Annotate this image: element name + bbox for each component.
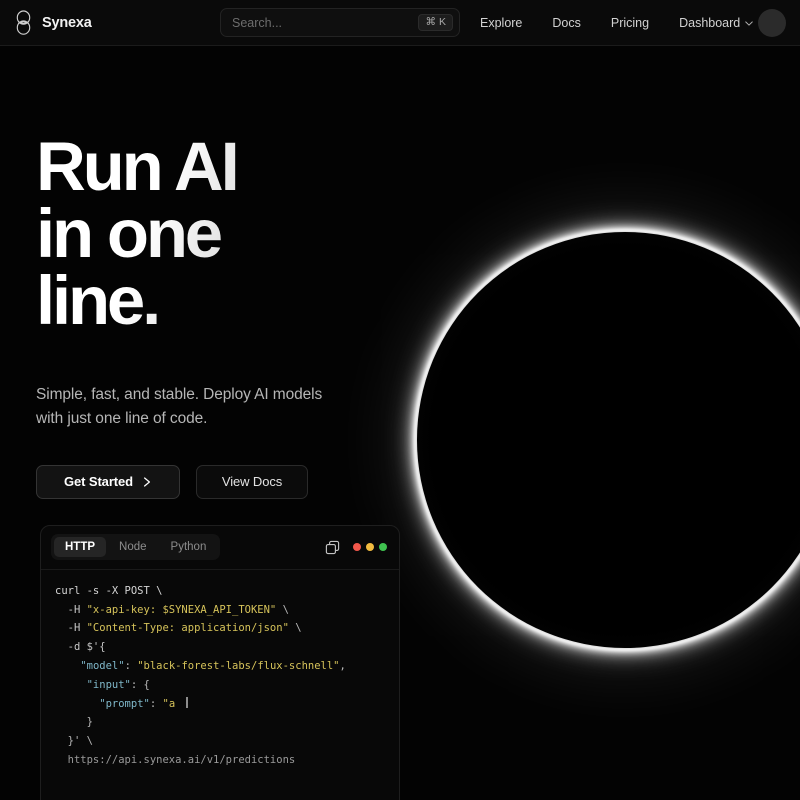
code-token: -H (55, 604, 87, 616)
nav-link-dashboard[interactable]: Dashboard (679, 16, 753, 30)
nav-link-explore[interactable]: Explore (480, 16, 522, 30)
code-token: "x-api-key: $SYNEXA_API_TOKEN" (87, 604, 277, 616)
code-token: : { (131, 679, 150, 691)
code-token: "model" (80, 660, 124, 672)
code-token: curl -s -X POST \ (55, 585, 162, 597)
nav-link-docs[interactable]: Docs (552, 16, 580, 30)
chevron-down-icon (745, 21, 753, 26)
chevron-right-icon (143, 477, 152, 487)
code-token: "prompt" (99, 698, 150, 710)
tab-python[interactable]: Python (160, 537, 218, 557)
nav-link-dashboard-label: Dashboard (679, 16, 740, 30)
code-line: curl -s -X POST \ (55, 582, 385, 601)
window-light-green (379, 543, 387, 551)
code-panel-header: HTTP Node Python (41, 526, 399, 570)
command-symbol: ⌘ (425, 17, 436, 28)
view-docs-label: View Docs (222, 474, 282, 489)
search-box[interactable]: Search... ⌘ K (220, 8, 460, 37)
search-shortcut-badge: ⌘ K (418, 14, 453, 31)
search-input[interactable]: Search... (232, 16, 418, 30)
code-block[interactable]: curl -s -X POST \ -H "x-api-key: $SYNEXA… (41, 570, 399, 782)
code-line: } (55, 713, 385, 732)
code-token: , (340, 660, 346, 672)
site-header: Synexa Search... ⌘ K Explore Docs Pricin… (0, 0, 800, 46)
code-line: -H "x-api-key: $SYNEXA_API_TOKEN" \ (55, 601, 385, 620)
code-line: "model": "black-forest-labs/flux-schnell… (55, 657, 385, 676)
code-token: "Content-Type: application/json" (87, 622, 289, 634)
code-token: "input" (87, 679, 131, 691)
code-token: }' \ (55, 735, 93, 747)
hero-subtitle: Simple, fast, and stable. Deploy AI mode… (36, 383, 470, 431)
code-line: https://api.synexa.ai/v1/predictions (55, 751, 385, 770)
code-token: -H (55, 622, 87, 634)
tab-node[interactable]: Node (108, 537, 158, 557)
get-started-button[interactable]: Get Started (36, 465, 180, 499)
landing-page: Synexa Search... ⌘ K Explore Docs Pricin… (0, 0, 800, 800)
code-line: -H "Content-Type: application/json" \ (55, 619, 385, 638)
hero-cta-group: Get Started View Docs (36, 465, 470, 499)
code-sample-panel: HTTP Node Python curl -s -X POST \ -H "x… (40, 525, 400, 800)
main-nav: Explore Docs Pricing Dashboard (480, 0, 753, 46)
get-started-label: Get Started (64, 474, 133, 489)
code-token: \ (276, 604, 289, 616)
code-token: : (150, 698, 163, 710)
brand-name: Synexa (42, 15, 92, 31)
avatar[interactable] (758, 9, 786, 37)
code-line: }' \ (55, 732, 385, 751)
text-cursor (186, 697, 188, 708)
nav-link-pricing[interactable]: Pricing (611, 16, 649, 30)
page-title: Run AI in one line. (36, 134, 470, 335)
code-token: : (125, 660, 138, 672)
window-light-yellow (366, 543, 374, 551)
brand-logo-link[interactable]: Synexa (14, 10, 92, 36)
window-light-red (353, 543, 361, 551)
view-docs-button[interactable]: View Docs (196, 465, 308, 499)
copy-icon[interactable] (325, 540, 340, 555)
interlocking-rings-icon (14, 10, 33, 36)
code-token: https://api.synexa.ai/v1/predictions (55, 754, 295, 766)
code-token: -d $'{ (55, 641, 106, 653)
tab-http[interactable]: HTTP (54, 537, 106, 557)
code-panel-actions (325, 540, 387, 555)
window-traffic-lights (353, 543, 387, 551)
code-token (55, 660, 80, 672)
code-line: -d $'{ (55, 638, 385, 657)
code-token: "black-forest-labs/flux-schnell" (137, 660, 339, 672)
hero-section: Run AI in one line. Simple, fast, and st… (0, 46, 470, 499)
code-line: "input": { (55, 676, 385, 695)
code-token: "a (163, 698, 182, 710)
code-token (55, 698, 99, 710)
code-token: \ (289, 622, 302, 634)
code-token (55, 679, 87, 691)
code-line: "prompt": "a (55, 695, 385, 714)
code-token: } (55, 716, 93, 728)
shortcut-key: K (439, 17, 446, 28)
code-language-tabs: HTTP Node Python (51, 534, 220, 560)
